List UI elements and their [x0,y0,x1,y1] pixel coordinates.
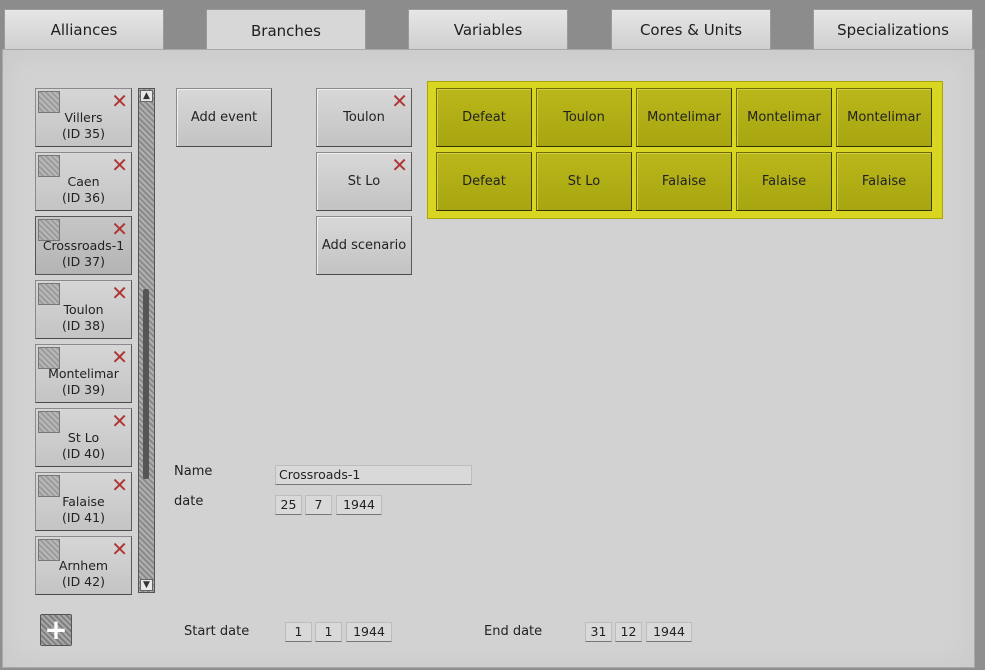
outcome-cell[interactable]: Montelimar [836,88,932,147]
delete-x-icon[interactable]: ✕ [111,539,128,559]
delete-x-icon[interactable]: ✕ [111,411,128,431]
add-scenario-button[interactable]: Add scenario [316,216,412,275]
scenario-toulon-button[interactable]: ✕ Toulon [316,88,412,147]
event-id: (ID 42) [62,574,105,589]
add-event-button[interactable]: Add event [176,88,272,147]
event-thumbnail-icon [38,91,60,113]
list-item-event[interactable]: ✕ Villers (ID 35) [35,88,132,147]
delete-x-icon[interactable]: ✕ [111,347,128,367]
list-item-event[interactable]: ✕ Toulon (ID 38) [35,280,132,339]
list-item-event[interactable]: ✕ Arnhem (ID 42) [35,536,132,595]
event-thumbnail-icon [38,411,60,433]
delete-x-icon[interactable]: ✕ [391,91,408,111]
arrow-up-icon[interactable]: ▲ [140,90,153,102]
event-thumbnail-icon [38,539,60,561]
event-thumbnail-icon [38,475,60,497]
outcome-cell[interactable]: Montelimar [636,88,732,147]
end-year-field[interactable]: 1944 [646,622,692,642]
event-id: (ID 35) [62,126,105,141]
event-id: (ID 36) [62,190,105,205]
event-thumbnail-icon [38,219,60,241]
list-item-event[interactable]: ✕ St Lo (ID 40) [35,408,132,467]
start-day-field[interactable]: 1 [285,622,312,642]
delete-x-icon[interactable]: ✕ [111,155,128,175]
date-year-field[interactable]: 1944 [336,495,382,515]
delete-x-icon[interactable]: ✕ [111,91,128,111]
start-year-field[interactable]: 1944 [346,622,392,642]
list-item-event[interactable]: ✕ Montelimar (ID 39) [35,344,132,403]
event-thumbnail-icon [38,283,60,305]
outcome-cell[interactable]: Falaise [836,152,932,211]
scrollbar-thumb[interactable] [143,289,149,479]
event-name: Caen [67,174,100,189]
date-month-field[interactable]: 7 [305,495,332,515]
event-name: Villers [64,110,103,125]
outcome-cell[interactable]: Montelimar [736,88,832,147]
list-item-event[interactable]: ✕ Caen (ID 36) [35,152,132,211]
tab-alliances[interactable]: Alliances [4,9,164,49]
list-item-event[interactable]: ✕ Falaise (ID 41) [35,472,132,531]
outcome-cell[interactable]: Toulon [536,88,632,147]
scenario-st-lo-button[interactable]: ✕ St Lo [316,152,412,211]
event-id: (ID 38) [62,318,105,333]
tab-cores-units[interactable]: Cores & Units [611,9,771,49]
outcome-cell[interactable]: Falaise [736,152,832,211]
tab-bar: Alliances Branches Variables Cores & Uni… [0,0,985,51]
name-field[interactable]: Crossroads-1 [275,465,472,485]
outcome-cell[interactable]: St Lo [536,152,632,211]
outcome-cell[interactable]: Defeat [436,88,532,147]
outcome-cell[interactable]: Falaise [636,152,732,211]
delete-x-icon[interactable]: ✕ [391,155,408,175]
tab-branches[interactable]: Branches [206,9,366,51]
add-item-button[interactable]: + [40,614,72,646]
plus-icon: + [44,613,68,646]
event-thumbnail-icon [38,155,60,177]
event-id: (ID 40) [62,446,105,461]
event-id: (ID 41) [62,510,105,525]
tab-specializations[interactable]: Specializations [813,9,973,49]
name-label: Name [174,464,213,479]
event-thumbnail-icon [38,347,60,369]
start-month-field[interactable]: 1 [315,622,342,642]
event-name: Toulon [63,302,104,317]
delete-x-icon[interactable]: ✕ [111,283,128,303]
arrow-down-icon[interactable]: ▼ [140,579,153,591]
end-date-label: End date [484,624,543,639]
scenario-label: St Lo [347,174,381,189]
event-id: (ID 39) [62,382,105,397]
end-month-field[interactable]: 12 [615,622,642,642]
list-item-event-selected[interactable]: ✕ Crossroads-1 (ID 37) [35,216,132,275]
event-name: St Lo [67,430,100,445]
outcome-cell[interactable]: Defeat [436,152,532,211]
delete-x-icon[interactable]: ✕ [111,475,128,495]
event-id: (ID 37) [62,254,105,269]
date-label: date [174,494,204,509]
event-name: Falaise [62,494,105,509]
delete-x-icon[interactable]: ✕ [111,219,128,239]
start-date-label: Start date [184,624,250,639]
scenario-label: Toulon [343,110,385,125]
event-name: Arnhem [58,558,109,573]
date-day-field[interactable]: 25 [275,495,302,515]
end-day-field[interactable]: 31 [585,622,612,642]
event-list-scrollbar[interactable]: ▲ ▼ [138,88,155,593]
tab-variables[interactable]: Variables [408,9,568,49]
